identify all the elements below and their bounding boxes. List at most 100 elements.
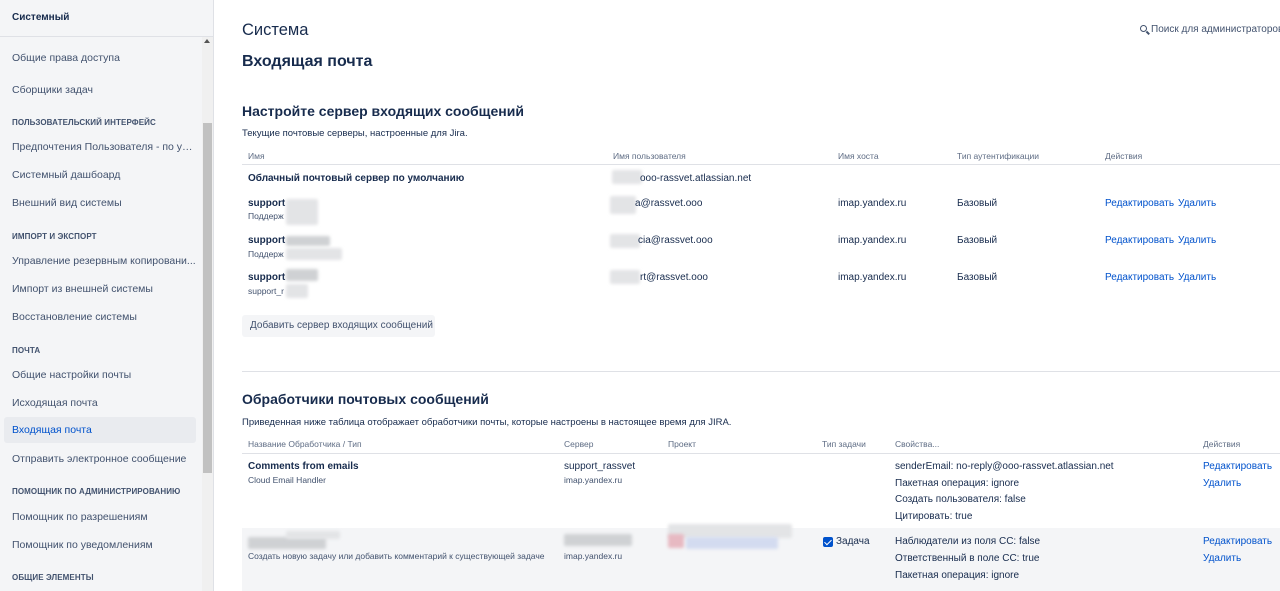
server-auth-type: Базовый xyxy=(957,198,998,209)
servers-header-divider xyxy=(242,164,1280,165)
handler-property: Пакетная операция: ignore xyxy=(895,478,1020,489)
sidebar-item-system-dashboard[interactable]: Системный дашбоард xyxy=(4,162,196,188)
handler-property: Создать пользователя: false xyxy=(895,494,1026,505)
sidebar-item-incoming-mail[interactable]: Входящая почта xyxy=(4,417,196,443)
handlers-section-title: Обработчики почтовых сообщений xyxy=(242,391,489,407)
servers-col-host: Имя хоста xyxy=(838,151,879,161)
server-description: support_r xyxy=(248,286,284,296)
sidebar-scrollbar[interactable] xyxy=(202,37,213,591)
redacted-text xyxy=(286,531,340,539)
redacted-text xyxy=(286,269,318,281)
handler-name: Comments from emails xyxy=(248,461,359,472)
main-content: Система Входящая почта Поиск для админис… xyxy=(242,0,1280,591)
handlers-col-properties: Свойства... xyxy=(895,439,940,449)
admin-search[interactable]: Поиск для администраторов xyxy=(1140,24,1280,35)
server-name: Облачный почтовый сервер по умолчанию xyxy=(248,173,465,184)
server-edit-link[interactable]: Редактировать xyxy=(1105,272,1174,283)
search-icon xyxy=(1140,25,1147,32)
sidebar-item-task-collectors[interactable]: Сборщики задач xyxy=(4,77,196,103)
servers-col-username: Имя пользователя xyxy=(613,151,686,161)
server-username: a@rassvet.ooo xyxy=(635,198,703,209)
redacted-text xyxy=(286,199,318,225)
handler-edit-link[interactable]: Редактировать xyxy=(1203,461,1272,472)
handler-delete-link[interactable]: Удалить xyxy=(1203,478,1241,489)
redacted-text xyxy=(610,196,636,214)
redacted-text xyxy=(668,534,684,548)
sidebar-heading-mail: ПОЧТА xyxy=(12,346,41,355)
handlers-col-actions: Действия xyxy=(1203,439,1241,449)
redacted-text xyxy=(286,248,342,260)
section-divider xyxy=(242,371,1280,372)
sidebar-heading-import-export: ИМПОРТ И ЭКСПОРТ xyxy=(12,232,97,241)
handler-property: senderEmail: no-reply@ooo-rassvet.atlass… xyxy=(895,461,1114,472)
admin-search-label: Поиск для администраторов xyxy=(1151,24,1280,35)
servers-section-title: Настройте сервер входящих сообщений xyxy=(242,103,524,119)
redacted-text xyxy=(286,236,330,246)
sidebar-item-external-import[interactable]: Импорт из внешней системы xyxy=(4,276,196,302)
server-auth-type: Базовый xyxy=(957,272,998,283)
handlers-col-issue-type: Тип задачи xyxy=(822,439,866,449)
handler-delete-link[interactable]: Удалить xyxy=(1203,553,1241,564)
handler-property: Наблюдатели из поля CC: false xyxy=(895,536,1041,547)
scroll-up-arrow-icon[interactable] xyxy=(204,39,210,43)
sidebar-heading-ui: ПОЛЬЗОВАТЕЛЬСКИЙ ИНТЕРФЕЙС xyxy=(12,118,156,127)
handler-property: Ответственный в поле CC: true xyxy=(895,553,1040,564)
handlers-col-project: Проект xyxy=(668,439,696,449)
redacted-text xyxy=(686,537,778,549)
sidebar-heading-shared-items: ОБЩИЕ ЭЛЕМЕНТЫ xyxy=(12,573,94,582)
sidebar-item-permission-helper[interactable]: Помощник по разрешениям xyxy=(4,504,196,530)
server-description: Поддерж xyxy=(248,211,284,221)
redacted-text xyxy=(286,284,308,298)
handler-edit-link[interactable]: Редактировать xyxy=(1203,536,1272,547)
sidebar-item-restore[interactable]: Восстановление системы xyxy=(4,304,196,330)
sidebar-item-mail-settings[interactable]: Общие настройки почты xyxy=(4,362,196,388)
server-description: Поддерж xyxy=(248,249,284,259)
issue-type-checkbox-icon[interactable] xyxy=(823,537,833,547)
redacted-text xyxy=(612,170,642,184)
redacted-text xyxy=(610,234,640,248)
redacted-text xyxy=(610,270,640,284)
sidebar-item-notification-helper[interactable]: Помощник по уведомлениям xyxy=(4,532,196,558)
server-host: imap.yandex.ru xyxy=(838,272,907,283)
sidebar: Системный Общие права доступа Сборщики з… xyxy=(0,0,214,591)
handlers-header-divider xyxy=(242,453,1280,454)
handler-property: Пакетная операция: ignore xyxy=(895,570,1020,581)
sidebar-item-backup[interactable]: Управление резервным копировани... xyxy=(4,248,196,274)
server-username: rt@rassvet.ooo xyxy=(640,272,708,283)
redacted-text xyxy=(564,534,632,546)
server-host: imap.yandex.ru xyxy=(838,235,907,246)
servers-section-description: Текущие почтовые серверы, настроенные дл… xyxy=(242,128,468,139)
server-username: ooo-rassvet.atlassian.net xyxy=(640,173,752,184)
sidebar-item-outgoing-mail[interactable]: Исходящая почта xyxy=(4,390,196,416)
sidebar-item-global-permissions[interactable]: Общие права доступа xyxy=(4,45,196,71)
server-name: support xyxy=(248,235,286,246)
page-header-title: Система xyxy=(242,21,309,39)
server-username: cia@rassvet.ooo xyxy=(638,235,713,246)
server-edit-link[interactable]: Редактировать xyxy=(1105,198,1174,209)
sidebar-item-user-defaults[interactable]: Предпочтения Пользователя - по ум... xyxy=(4,134,196,160)
handler-server-host: imap.yandex.ru xyxy=(564,475,623,485)
server-name: support xyxy=(248,198,286,209)
server-edit-link[interactable]: Редактировать xyxy=(1105,235,1174,246)
handler-property: Цитировать: true xyxy=(895,511,973,522)
server-auth-type: Базовый xyxy=(957,235,998,246)
handlers-section-description: Приведенная ниже таблица отображает обра… xyxy=(242,417,732,428)
server-name: support xyxy=(248,272,286,283)
servers-col-auth: Тип аутентификации xyxy=(957,151,1040,161)
handler-server-host: imap.yandex.ru xyxy=(564,551,623,561)
server-delete-link[interactable]: Удалить xyxy=(1178,198,1216,209)
scrollbar-thumb[interactable] xyxy=(203,123,212,473)
add-incoming-server-button[interactable]: Добавить сервер входящих сообщений xyxy=(242,315,435,337)
server-delete-link[interactable]: Удалить xyxy=(1178,235,1216,246)
handlers-col-name: Название Обработчика / Тип xyxy=(248,439,362,449)
handler-type: Создать новую задачу или добавить коммен… xyxy=(248,551,545,561)
sidebar-heading-admin-helper: ПОМОЩНИК ПО АДМИНИСТРИРОВАНИЮ xyxy=(12,487,181,496)
redacted-text xyxy=(668,524,792,538)
server-delete-link[interactable]: Удалить xyxy=(1178,272,1216,283)
sidebar-section-header: Системный xyxy=(0,0,213,37)
handler-issue-type: Задача xyxy=(836,536,870,547)
handler-type: Cloud Email Handler xyxy=(248,475,326,485)
page-title: Входящая почта xyxy=(242,53,373,70)
sidebar-item-look-and-feel[interactable]: Внешний вид системы xyxy=(4,190,196,216)
sidebar-item-send-email[interactable]: Отправить электронное сообщение xyxy=(4,446,196,472)
